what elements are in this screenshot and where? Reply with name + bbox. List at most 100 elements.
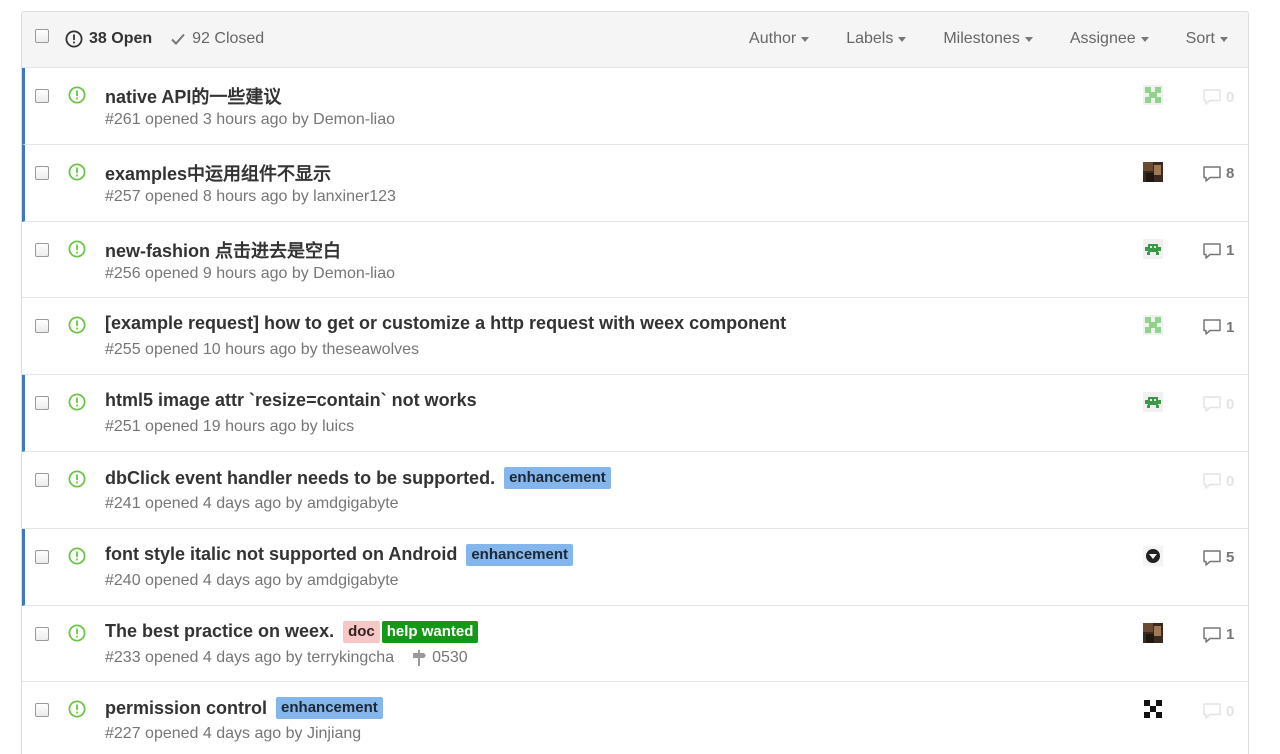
comment-icon <box>1203 166 1221 182</box>
issue-checkbox[interactable] <box>35 242 49 257</box>
issue-label[interactable]: doc <box>343 620 380 643</box>
assignee-avatar[interactable] <box>1143 699 1163 720</box>
open-count-label: 38 Open <box>89 30 153 47</box>
issue-checkbox[interactable] <box>35 473 49 487</box>
assignee-avatar[interactable] <box>1143 392 1163 413</box>
comment-count-link[interactable]: 1 <box>1202 242 1234 260</box>
comment-icon <box>1203 703 1221 720</box>
issue-title-link[interactable]: font style italic not supported on Andro… <box>105 544 457 565</box>
milestones-filter[interactable]: Milestones <box>943 30 1033 48</box>
issue-title-link[interactable]: new-fashion 点击进去是空白 <box>105 237 341 263</box>
comment-count: 1 <box>1226 318 1235 336</box>
issue-title-link[interactable]: examples中运用组件不显示 <box>105 160 331 186</box>
issue-meta-text: #255 opened 10 hours ago by theseawolves <box>105 341 420 359</box>
issue-meta-text: #240 opened 4 days ago by amdgigabyte <box>105 571 399 589</box>
author-filter[interactable]: Author <box>749 30 810 48</box>
milestone-link[interactable]: 0530 <box>412 649 468 667</box>
comment-count: 0 <box>1226 702 1235 720</box>
issue-opened-icon <box>68 547 86 565</box>
issue-meta: #227 opened 4 days ago by Jinjiang <box>105 725 361 743</box>
comment-count-link[interactable]: 5 <box>1202 549 1234 567</box>
comment-icon <box>1203 396 1221 412</box>
caret-down-icon <box>898 37 907 42</box>
comment-count: 1 <box>1226 242 1235 260</box>
issue-row[interactable]: dbClick event handler needs to be suppor… <box>22 452 1248 529</box>
issue-meta-text: #233 opened 4 days ago by terrykingcha <box>105 648 395 666</box>
assignee-avatar[interactable] <box>1143 545 1163 566</box>
issue-meta: #241 opened 4 days ago by amdgigabyte <box>105 495 399 513</box>
issues-list-header: 38 Open 92 Closed Author Labels Mileston… <box>22 12 1248 68</box>
issue-checkbox[interactable] <box>35 626 49 641</box>
assignee-avatar[interactable] <box>1143 85 1163 105</box>
comment-count: 1 <box>1226 626 1235 644</box>
comment-count-link[interactable]: 0 <box>1202 88 1234 106</box>
assignee-avatar[interactable] <box>1143 238 1163 259</box>
issue-row[interactable]: [example request] how to get or customiz… <box>22 298 1248 376</box>
issue-meta-text: #256 opened 9 hours ago by Demon-liao <box>105 264 395 282</box>
issue-title-link[interactable]: html5 image attr `resize=contain` not wo… <box>105 390 477 411</box>
comment-count-link[interactable]: 1 <box>1202 318 1234 336</box>
comment-icon <box>1203 626 1221 643</box>
issues-panel: 38 Open 92 Closed Author Labels Mileston… <box>21 11 1249 754</box>
issue-checkbox[interactable] <box>35 319 49 334</box>
select-all-checkbox[interactable] <box>35 29 49 43</box>
assignee-filter[interactable]: Assignee <box>1070 30 1149 48</box>
issue-title-link[interactable]: [example request] how to get or customiz… <box>105 313 786 334</box>
issue-title-link[interactable]: permission control <box>105 698 267 719</box>
issue-meta: #257 opened 8 hours ago by lanxiner123 <box>105 188 396 206</box>
issue-row[interactable]: native API的一些建议 #261 opened 3 hours ago … <box>22 68 1248 145</box>
issue-checkbox[interactable] <box>35 165 49 180</box>
issue-title-link[interactable]: dbClick event handler needs to be suppor… <box>105 468 495 489</box>
issue-checkbox[interactable] <box>35 396 49 411</box>
issue-row[interactable]: font style italic not supported on Andro… <box>22 528 1248 606</box>
closed-issues-link[interactable]: 92 Closed <box>170 30 264 48</box>
labels-filter[interactable]: Labels <box>846 30 907 48</box>
assignee-avatar[interactable] <box>1143 161 1163 182</box>
issue-state-toggle: 38 Open 92 Closed <box>65 30 264 48</box>
issue-row[interactable]: new-fashion 点击进去是空白 #256 opened 9 hours … <box>22 222 1248 299</box>
issue-checkbox[interactable] <box>35 703 49 718</box>
comment-count: 8 <box>1226 165 1235 183</box>
issue-row[interactable]: examples中运用组件不显示 #257 opened 8 hours ago… <box>22 144 1248 222</box>
issue-checkbox[interactable] <box>35 89 49 103</box>
issue-label[interactable]: help wanted <box>381 620 479 643</box>
issue-row[interactable]: html5 image attr `resize=contain` not wo… <box>22 375 1248 452</box>
issue-title-line: dbClick event handler needs to be suppor… <box>105 467 611 489</box>
assignee-avatar[interactable] <box>1143 315 1163 336</box>
issue-opened-icon <box>68 624 86 642</box>
comment-count: 0 <box>1226 472 1235 490</box>
comment-count-link[interactable]: 8 <box>1202 165 1234 183</box>
issue-label[interactable]: enhancement <box>466 543 574 566</box>
sort-filter[interactable]: Sort <box>1186 30 1228 48</box>
issue-title-link[interactable]: The best practice on weex. <box>105 621 334 642</box>
issue-meta: #256 opened 9 hours ago by Demon-liao <box>105 265 395 283</box>
issue-row[interactable]: The best practice on weex. doc help wante… <box>22 606 1248 683</box>
issue-opened-icon <box>65 30 83 48</box>
milestone-label: 0530 <box>432 648 468 666</box>
issue-meta-text: #261 opened 3 hours ago by Demon-liao <box>105 111 395 128</box>
filter-bar: Author Labels Milestones Assignee Sort <box>712 30 1228 48</box>
comment-count-link[interactable]: 0 <box>1202 472 1234 490</box>
issue-title-line: html5 image attr `resize=contain` not wo… <box>105 390 477 411</box>
comment-count-link[interactable]: 0 <box>1202 395 1234 413</box>
issue-meta-text: #251 opened 19 hours ago by luics <box>105 418 355 436</box>
issue-meta: #240 opened 4 days ago by amdgigabyte <box>105 572 399 590</box>
issue-title-link[interactable]: native API的一些建议 <box>105 83 281 109</box>
comment-count-link[interactable]: 0 <box>1202 702 1234 720</box>
open-issues-link[interactable]: 38 Open <box>65 30 152 48</box>
issue-label[interactable]: enhancement <box>276 697 383 720</box>
issue-row[interactable]: permission control enhancement #227 open… <box>22 682 1248 754</box>
caret-down-icon <box>1024 37 1033 42</box>
issue-title-line: examples中运用组件不显示 <box>105 160 331 186</box>
caret-down-icon <box>1140 37 1149 42</box>
issue-title-line: [example request] how to get or customiz… <box>105 313 786 334</box>
assignee-avatar[interactable] <box>1143 622 1163 643</box>
milestone-icon <box>413 649 427 666</box>
caret-down-icon <box>801 37 810 42</box>
issue-title-line: permission control enhancement <box>105 697 383 720</box>
check-icon <box>171 33 185 45</box>
issue-label[interactable]: enhancement <box>504 467 611 489</box>
issue-opened-icon <box>68 700 86 718</box>
comment-count-link[interactable]: 1 <box>1202 626 1234 644</box>
issue-checkbox[interactable] <box>35 549 49 564</box>
